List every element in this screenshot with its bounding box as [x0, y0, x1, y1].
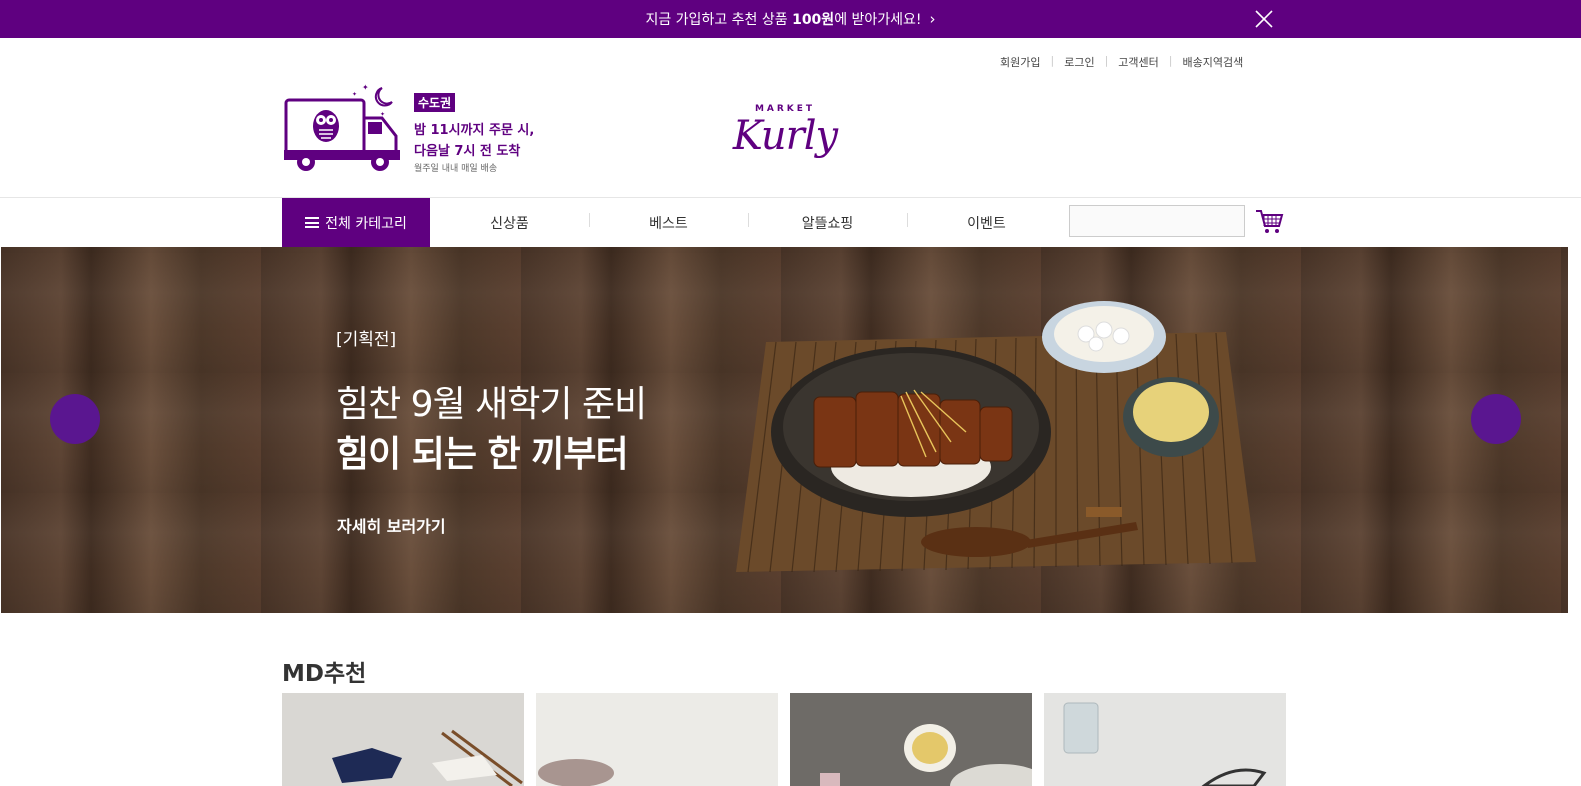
divider: | — [1050, 54, 1055, 67]
promo-text: 지금 가입하고 추천 상품 100원에 받아가세요! — [645, 9, 921, 29]
gnb-item-new[interactable]: 신상품 — [430, 213, 589, 233]
product-card[interactable] — [790, 693, 1032, 786]
product-image — [538, 759, 614, 786]
banner-more-link[interactable]: 자세히 보러가기 — [337, 513, 446, 537]
product-card[interactable] — [282, 693, 524, 786]
delivery-banner[interactable]: ✦ ✦ ✦ 수도권 밤 11시까지 주문 시, 다음날 7시 전 도착 월주일 … — [284, 82, 544, 182]
banner-next-button[interactable] — [1471, 394, 1521, 444]
user-links: 회원가입 | 로그인 | 고객센터 | 배송지역검색 — [1000, 54, 1243, 70]
delivery-line-2: 다음날 7시 전 도착 — [414, 144, 521, 159]
all-category-label: 전체 카테고리 — [325, 215, 407, 232]
svg-text:✦: ✦ — [352, 91, 357, 98]
main-banner[interactable]: [기획전] 힘찬 9월 새학기 준비 힘이 되는 한 끼부터 자세히 보러가기 — [1, 247, 1568, 613]
product-image — [1063, 702, 1267, 786]
search-input[interactable] — [1069, 205, 1245, 237]
promo-link[interactable]: 지금 가입하고 추천 상품 100원에 받아가세요! › — [645, 9, 935, 29]
product-card[interactable] — [536, 693, 778, 786]
delivery-line-1: 밤 11시까지 주문 시, — [414, 123, 535, 138]
banner-title-line-1: 힘찬 9월 새학기 준비 — [336, 384, 647, 425]
divider: | — [1104, 54, 1109, 67]
promo-text-after: 에 받아가세요! — [834, 12, 922, 28]
hamburger-icon — [305, 217, 320, 228]
cart-icon[interactable] — [1254, 206, 1284, 236]
gnb-item-event[interactable]: 이벤트 — [907, 212, 1066, 233]
global-navigation: 전체 카테고리 신상품 베스트 알뜰쇼핑 이벤트 — [0, 197, 1581, 247]
login-link[interactable]: 로그인 — [1064, 54, 1094, 70]
banner-prev-button[interactable] — [50, 394, 100, 444]
truck-owl-icon: ✦ ✦ ✦ — [284, 83, 400, 171]
eel-rice-bowl-image — [736, 301, 1256, 573]
chevron-right-icon: › — [929, 10, 936, 28]
market-kurly-logo[interactable]: MARKET Kurly — [730, 104, 840, 178]
customer-center-link[interactable]: 고객센터 — [1118, 54, 1158, 70]
gnb-menu: 신상품 베스트 알뜰쇼핑 이벤트 — [430, 198, 1066, 247]
logo-kurly-text: Kurly — [732, 113, 838, 159]
product-image — [820, 724, 1032, 786]
divider: | — [1168, 54, 1173, 67]
region-badge: 수도권 — [414, 93, 456, 112]
gnb-item-bargain[interactable]: 알뜰쇼핑 — [748, 212, 907, 233]
product-card[interactable] — [1044, 693, 1286, 786]
banner-tag: [기획전] — [336, 330, 397, 350]
promo-text-bold: 100원 — [792, 12, 835, 28]
close-icon[interactable] — [1254, 9, 1274, 29]
product-image — [332, 729, 523, 786]
all-category-button[interactable]: 전체 카테고리 — [282, 198, 430, 247]
md-product-list — [282, 693, 1286, 786]
signup-link[interactable]: 회원가입 — [1000, 54, 1040, 70]
gnb-item-best[interactable]: 베스트 — [589, 212, 748, 233]
svg-text:✦: ✦ — [362, 83, 369, 92]
promo-bar: 지금 가입하고 추천 상품 100원에 받아가세요! › — [0, 0, 1581, 38]
md-section-title: MD추천 — [282, 661, 367, 687]
promo-text-before: 지금 가입하고 추천 상품 — [645, 12, 793, 28]
banner-title-line-2: 힘이 되는 한 끼부터 — [336, 434, 629, 475]
delivery-line-3: 월주일 내내 매일 배송 — [414, 164, 498, 174]
delivery-check-link[interactable]: 배송지역검색 — [1183, 54, 1244, 70]
